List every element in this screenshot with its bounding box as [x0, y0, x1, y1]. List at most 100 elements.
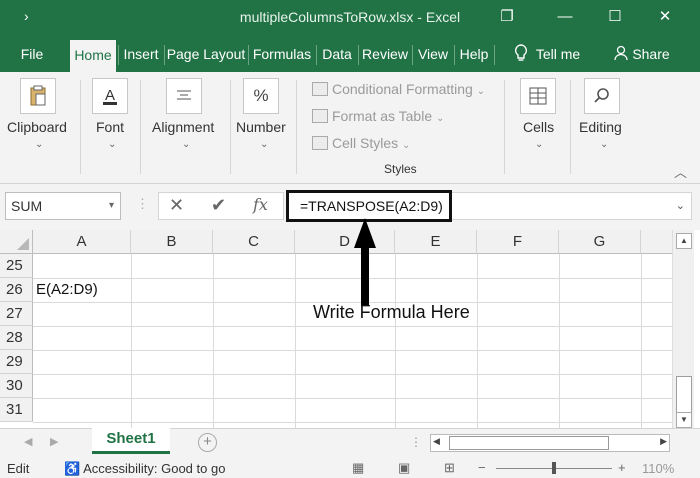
chevron-down-icon: ⌄	[260, 139, 269, 150]
collapse-ribbon-icon[interactable]: ︿	[674, 162, 687, 181]
zoom-level[interactable]: 110%	[642, 461, 674, 476]
horizontal-scroll-thumb[interactable]	[449, 436, 609, 450]
tab-data[interactable]: Data	[318, 36, 356, 72]
column-header-H[interactable]	[641, 230, 672, 254]
split-grip-icon[interactable]: ⋮	[410, 435, 422, 449]
group-divider	[570, 80, 571, 174]
formula-input-extension[interactable]: ⌄	[452, 192, 692, 220]
tab-divider	[494, 45, 495, 65]
cell-styles-button[interactable]: Cell Styles ⌄	[312, 135, 410, 151]
tab-review[interactable]: Review	[360, 36, 410, 72]
cell-styles-icon	[312, 136, 328, 150]
select-all-button[interactable]	[0, 230, 33, 254]
accessibility-label: Accessibility: Good to go	[83, 461, 226, 476]
row-header-26[interactable]: 26	[0, 278, 33, 302]
group-clipboard[interactable]: Clipboard ⌄	[0, 72, 76, 180]
column-header-B[interactable]: B	[131, 230, 213, 254]
scroll-right-icon[interactable]: ▶	[660, 436, 667, 447]
add-sheet-icon[interactable]: +	[198, 433, 217, 452]
scroll-up-icon[interactable]: ▲	[676, 233, 692, 249]
horizontal-scrollbar[interactable]: ◀ ▶	[430, 434, 670, 452]
close-button[interactable]: ✕	[650, 4, 680, 30]
normal-view-icon[interactable]: ▦	[352, 460, 364, 476]
annotation-label: Write Formula Here	[313, 302, 470, 322]
group-editing[interactable]: Editing ⌄	[574, 72, 634, 180]
format-as-table-button[interactable]: Format as Table ⌄	[312, 108, 444, 124]
group-number[interactable]: % Number ⌄	[232, 72, 294, 180]
tab-home[interactable]: Home	[70, 40, 116, 72]
group-font[interactable]: A Font ⌄	[84, 72, 136, 180]
name-box[interactable]: SUM ▾	[5, 192, 121, 220]
formula-bar-grip[interactable]: ⋮	[136, 196, 149, 212]
chevron-down-icon: ⌄	[182, 139, 191, 150]
row-gridline	[33, 422, 672, 423]
page-layout-view-icon[interactable]: ▣	[398, 460, 410, 476]
expand-formula-bar-icon[interactable]: ⌄	[676, 199, 685, 212]
ribbon-tabs: File Home Insert Page Layout Formulas Da…	[0, 36, 700, 72]
chevron-down-icon[interactable]: ▾	[109, 193, 114, 219]
tell-me-search[interactable]: Tell me	[502, 36, 592, 72]
enter-icon[interactable]: ✔	[211, 195, 226, 216]
ribbon-display-options-icon[interactable]: ❐	[492, 4, 522, 30]
name-box-value: SUM	[11, 198, 43, 214]
row-header-25[interactable]: 25	[0, 254, 33, 278]
tab-divider	[412, 45, 413, 65]
zoom-slider-thumb[interactable]	[552, 462, 556, 474]
font-label: Font	[96, 119, 125, 135]
title-bar: › multipleColumnsToRow.xlsx - Excel ❐ — …	[0, 0, 700, 36]
column-header-A[interactable]: A	[33, 230, 131, 254]
sheet-tab-bar: ◀ ▶ Sheet1 + ⋮ ◀ ▶	[0, 428, 700, 456]
prev-sheet-icon[interactable]: ◀	[24, 435, 32, 448]
percent-icon: %	[243, 78, 279, 114]
column-header-C[interactable]: C	[213, 230, 295, 254]
format-as-table-label: Format as Table	[332, 108, 433, 124]
cancel-icon[interactable]: ✕	[169, 195, 184, 216]
tab-insert[interactable]: Insert	[120, 36, 162, 72]
chevron-down-icon: ⌄	[476, 86, 486, 97]
align-icon	[166, 78, 202, 114]
group-divider	[140, 80, 141, 174]
cell-A26[interactable]: E(A2:D9)	[36, 281, 98, 298]
row-header-30[interactable]: 30	[0, 374, 33, 398]
row-header-31[interactable]: 31	[0, 398, 33, 422]
number-label: Number	[236, 119, 286, 135]
column-gridline	[641, 254, 642, 428]
zoom-in-icon[interactable]: +	[618, 460, 626, 475]
column-header-E[interactable]: E	[395, 230, 477, 254]
sheet-tab-sheet1[interactable]: Sheet1	[92, 428, 170, 454]
lightbulb-icon	[514, 44, 527, 61]
editing-label: Editing	[579, 119, 622, 135]
column-gridline	[131, 254, 132, 428]
worksheet-grid[interactable]: A B C D E F G 25 26 27 28 29 30 31 E(A2:…	[0, 230, 672, 428]
vertical-scrollbar[interactable]: ▲ ▼	[672, 230, 694, 428]
tab-help[interactable]: Help	[456, 36, 492, 72]
conditional-formatting-button[interactable]: Conditional Formatting ⌄	[312, 81, 485, 97]
column-header-F[interactable]: F	[477, 230, 559, 254]
tab-divider	[118, 45, 119, 65]
vertical-scroll-thumb[interactable]	[676, 376, 692, 414]
tab-formulas[interactable]: Formulas	[250, 36, 314, 72]
zoom-out-icon[interactable]: −	[478, 460, 486, 475]
tab-file[interactable]: File	[8, 36, 56, 72]
next-sheet-icon[interactable]: ▶	[50, 435, 58, 448]
row-header-28[interactable]: 28	[0, 326, 33, 350]
scroll-down-icon[interactable]: ▼	[676, 412, 692, 428]
minimize-button[interactable]: —	[550, 4, 580, 30]
tab-page-layout[interactable]: Page Layout	[166, 36, 246, 72]
maximize-button[interactable]: ☐	[600, 4, 630, 30]
group-alignment[interactable]: Alignment ⌄	[144, 72, 228, 180]
column-gridline	[213, 254, 214, 428]
page-break-view-icon[interactable]: ⊞	[444, 460, 455, 476]
chevron-down-icon: ⌄	[108, 139, 117, 150]
conditional-formatting-icon	[312, 82, 328, 96]
column-header-G[interactable]: G	[559, 230, 641, 254]
share-button[interactable]: Share	[610, 36, 674, 72]
insert-function-icon[interactable]: fx	[253, 195, 268, 214]
accessibility-status[interactable]: ♿ Accessibility: Good to go	[64, 461, 225, 477]
group-cells[interactable]: Cells ⌄	[508, 72, 568, 180]
row-header-27[interactable]: 27	[0, 302, 33, 326]
row-header-29[interactable]: 29	[0, 350, 33, 374]
column-gridline	[477, 254, 478, 428]
tab-view[interactable]: View	[414, 36, 452, 72]
scroll-left-icon[interactable]: ◀	[433, 436, 440, 447]
